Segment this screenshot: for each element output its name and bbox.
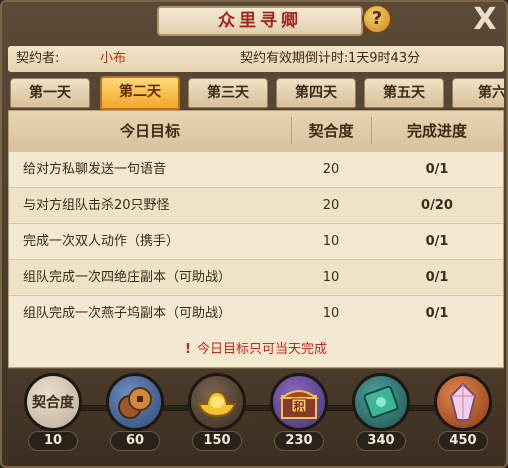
chest-glyph: 积 (294, 399, 305, 413)
crystal-icon (434, 373, 492, 431)
close-icon: X (473, 2, 497, 37)
reward-count: 450 (438, 431, 488, 451)
contract-info: 契约者: 小布 契约有效期倒计时: 1天9时43分 (8, 46, 504, 72)
goal-progress: 0/1 (425, 306, 449, 321)
reward-count: 10 (28, 431, 78, 451)
table-row: 与对方组队击杀20只野怪 20 0/20 (9, 187, 503, 222)
reward-milestone[interactable]: 契合度 10 (20, 373, 86, 465)
warning-icon: ! (185, 342, 191, 357)
treasure-chest-icon: 积 (270, 373, 328, 431)
reward-milestone[interactable]: 150 (184, 373, 250, 465)
goal-progress: 0/20 (421, 198, 453, 213)
tab-day-1[interactable]: 第一天 (10, 78, 90, 108)
reward-milestone[interactable]: 60 (102, 373, 168, 465)
tab-day-3[interactable]: 第三天 (188, 78, 268, 108)
daily-notice: ! 今日目标只可当天完成 (9, 333, 503, 367)
goal-text: 完成一次双人动作（携手） (23, 234, 180, 249)
tab-day-5[interactable]: 第五天 (364, 78, 444, 108)
goal-progress: 0/1 (425, 270, 449, 285)
goal-text: 组队完成一次四绝庄副本（可助战） (23, 270, 232, 285)
contractor-label: 契约者: (16, 51, 60, 66)
tab-day-4[interactable]: 第四天 (276, 78, 356, 108)
reward-count: 340 (356, 431, 406, 451)
reward-milestone[interactable]: 积 230 (266, 373, 332, 465)
tab-day-2[interactable]: 第二天 (100, 76, 180, 110)
header-points: 契合度 (308, 122, 354, 140)
countdown-value: 1天9时43分 (348, 51, 421, 66)
goal-text: 与对方组队击杀20只野怪 (23, 198, 170, 213)
table-row: 组队完成一次四绝庄副本（可助战） 10 0/1 (9, 259, 503, 294)
reward-milestone[interactable]: 340 (348, 373, 414, 465)
reward-count: 60 (110, 431, 160, 451)
header-progress: 完成进度 (406, 122, 467, 140)
countdown-label: 契约有效期倒计时: (240, 51, 349, 66)
contractor-name: 小布 (100, 51, 127, 66)
goal-points: 10 (322, 234, 340, 249)
goal-points: 10 (322, 306, 340, 321)
dialog-title: 众里寻卿 (157, 6, 363, 36)
affinity-label: 契合度 (32, 395, 74, 411)
table-row: 完成一次双人动作（携手） 10 0/1 (9, 223, 503, 258)
tab-day-6[interactable]: 第六 (452, 78, 504, 108)
close-button[interactable]: X (472, 5, 498, 35)
goal-text: 给对方私聊发送一句语音 (23, 162, 167, 177)
reward-count: 230 (274, 431, 324, 451)
affinity-icon: 契合度 (24, 373, 82, 431)
jade-token-icon (352, 373, 410, 431)
goal-progress: 0/1 (425, 162, 449, 177)
coins-icon (106, 373, 164, 431)
question-icon: ? (371, 8, 383, 29)
goal-points: 20 (322, 198, 340, 213)
table-row: 组队完成一次燕子坞副本（可助战） 10 0/1 (9, 295, 503, 330)
dialog-panel: 众里寻卿 ? X 契约者: 小布 契约有效期倒计时: 1天9时43分 第一天 第… (0, 0, 508, 468)
goal-points: 10 (322, 270, 340, 285)
goal-progress: 0/1 (425, 234, 449, 249)
reward-track: 契合度 10 60 150 积 230 340 450 (8, 368, 504, 466)
header-goal: 今日目标 (119, 122, 180, 140)
reward-milestone[interactable]: 450 (430, 373, 496, 465)
goal-text: 组队完成一次燕子坞副本（可助战） (23, 306, 232, 321)
gold-ingot-icon (188, 373, 246, 431)
day-tabs: 第一天 第二天 第三天 第四天 第五天 第六 (8, 76, 504, 110)
table-header: 今日目标 契合度 完成进度 (9, 111, 503, 151)
reward-count: 150 (192, 431, 242, 451)
goal-points: 20 (322, 162, 340, 177)
table-row: 给对方私聊发送一句语音 20 0/1 (9, 151, 503, 186)
notice-text: 今日目标只可当天完成 (196, 342, 327, 357)
help-button[interactable]: ? (362, 4, 392, 34)
goals-table: 今日目标 契合度 完成进度 给对方私聊发送一句语音 20 0/1 与对方组队击杀… (8, 110, 504, 368)
